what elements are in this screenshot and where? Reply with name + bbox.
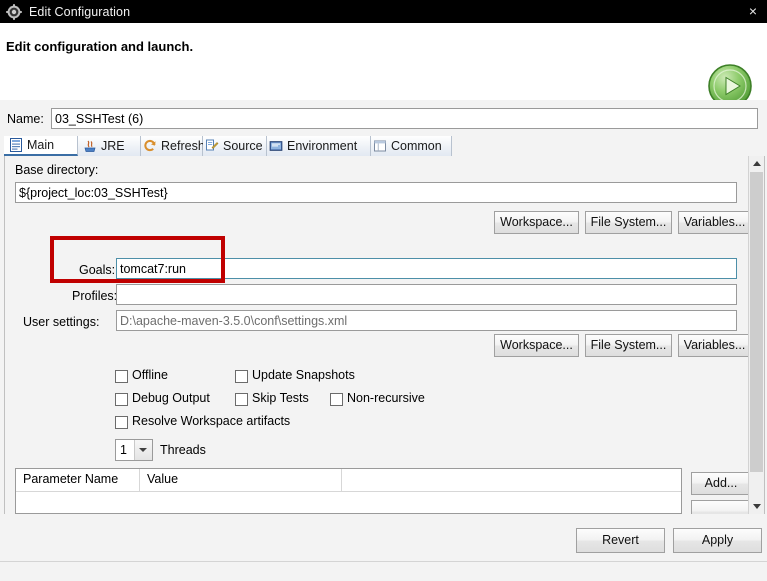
goals-input[interactable] xyxy=(116,258,737,279)
main-tab-pane: Base directory: Workspace... File System… xyxy=(4,156,765,514)
scrollbar-thumb[interactable] xyxy=(750,172,763,472)
checkbox-box[interactable] xyxy=(235,370,248,383)
base-directory-input[interactable] xyxy=(15,182,737,203)
user-settings-label: User settings: xyxy=(23,315,100,329)
close-icon[interactable]: × xyxy=(743,1,763,21)
tab-label: Refresh xyxy=(161,139,205,153)
profiles-input[interactable] xyxy=(116,284,737,305)
tab-refresh[interactable]: Refresh xyxy=(141,136,205,156)
window-titlebar: Edit Configuration × xyxy=(0,0,767,23)
threads-select[interactable]: 1 xyxy=(115,439,153,461)
tab-main[interactable]: Main xyxy=(4,136,78,156)
pane-vertical-scrollbar[interactable] xyxy=(748,156,764,514)
common-icon xyxy=(373,139,387,153)
apply-button[interactable]: Apply xyxy=(673,528,762,553)
dialog-header: Edit configuration and launch. xyxy=(0,23,767,123)
column-filler xyxy=(342,469,682,491)
checkbox-label: Non-recursive xyxy=(347,391,425,405)
refresh-icon xyxy=(143,139,157,153)
dialog-footer: Revert Apply xyxy=(0,520,767,581)
base-dir-workspace-button[interactable]: Workspace... xyxy=(494,211,579,234)
tab-environment[interactable]: Environment xyxy=(267,136,371,156)
base-directory-label: Base directory: xyxy=(15,163,99,177)
revert-button[interactable]: Revert xyxy=(576,528,665,553)
column-value: Value xyxy=(140,469,342,491)
tab-jre[interactable]: JRE xyxy=(78,136,141,156)
tab-label: Environment xyxy=(287,139,358,153)
tab-common[interactable]: Common xyxy=(371,136,452,156)
add-parameter-button[interactable]: Add... xyxy=(691,472,751,495)
tab-label: Common xyxy=(391,139,442,153)
base-dir-file-system-button[interactable]: File System... xyxy=(585,211,672,234)
profiles-label: Profiles: xyxy=(72,289,118,303)
configuration-name-input[interactable] xyxy=(51,108,758,129)
source-icon xyxy=(205,139,219,153)
checkbox-box[interactable] xyxy=(115,370,128,383)
user-settings-workspace-button[interactable]: Workspace... xyxy=(494,334,579,357)
base-dir-variables-button[interactable]: Variables... xyxy=(678,211,751,234)
parameter-table-header: Parameter Name Value xyxy=(16,469,681,492)
tab-strip: Main JRE Refresh Source Environment Comm… xyxy=(4,136,763,157)
scroll-up-arrow-icon[interactable] xyxy=(749,156,764,171)
main-document-icon xyxy=(9,138,23,152)
jre-icon xyxy=(83,139,97,153)
checkbox-label: Update Snapshots xyxy=(252,368,355,382)
name-row: Name: xyxy=(0,108,767,132)
checkbox-label: Skip Tests xyxy=(252,391,309,405)
parameter-table[interactable]: Parameter Name Value xyxy=(15,468,682,514)
tab-source[interactable]: Source xyxy=(203,136,267,156)
gear-icon xyxy=(6,3,22,20)
checkbox-label: Offline xyxy=(132,368,168,382)
page-title: Edit configuration and launch. xyxy=(6,39,194,54)
threads-value: 1 xyxy=(120,443,127,457)
footer-divider xyxy=(0,561,767,562)
tab-label: Source xyxy=(223,139,263,153)
checkbox-label: Resolve Workspace artifacts xyxy=(132,414,291,428)
tab-label: JRE xyxy=(101,139,125,153)
dialog-body: Name: Main xyxy=(0,100,767,581)
window-title: Edit Configuration xyxy=(29,4,131,19)
user-settings-input[interactable] xyxy=(116,310,737,331)
tab-label: Main xyxy=(27,138,55,152)
user-settings-variables-button[interactable]: Variables... xyxy=(678,334,751,357)
threads-label: Threads xyxy=(160,443,206,457)
column-parameter-name: Parameter Name xyxy=(16,469,140,491)
goals-label: Goals: xyxy=(79,263,116,277)
chevron-down-icon[interactable] xyxy=(134,440,152,460)
checkbox-label: Debug Output xyxy=(132,391,210,405)
checkbox-box[interactable] xyxy=(330,393,343,406)
edit-parameter-button-clipped[interactable] xyxy=(691,500,751,514)
checkbox-box[interactable] xyxy=(115,416,128,429)
environment-icon xyxy=(269,139,283,153)
checkbox-box[interactable] xyxy=(235,393,248,406)
name-label: Name: xyxy=(7,112,44,126)
scroll-down-arrow-icon[interactable] xyxy=(749,499,764,514)
checkbox-box[interactable] xyxy=(115,393,128,406)
user-settings-file-system-button[interactable]: File System... xyxy=(585,334,672,357)
